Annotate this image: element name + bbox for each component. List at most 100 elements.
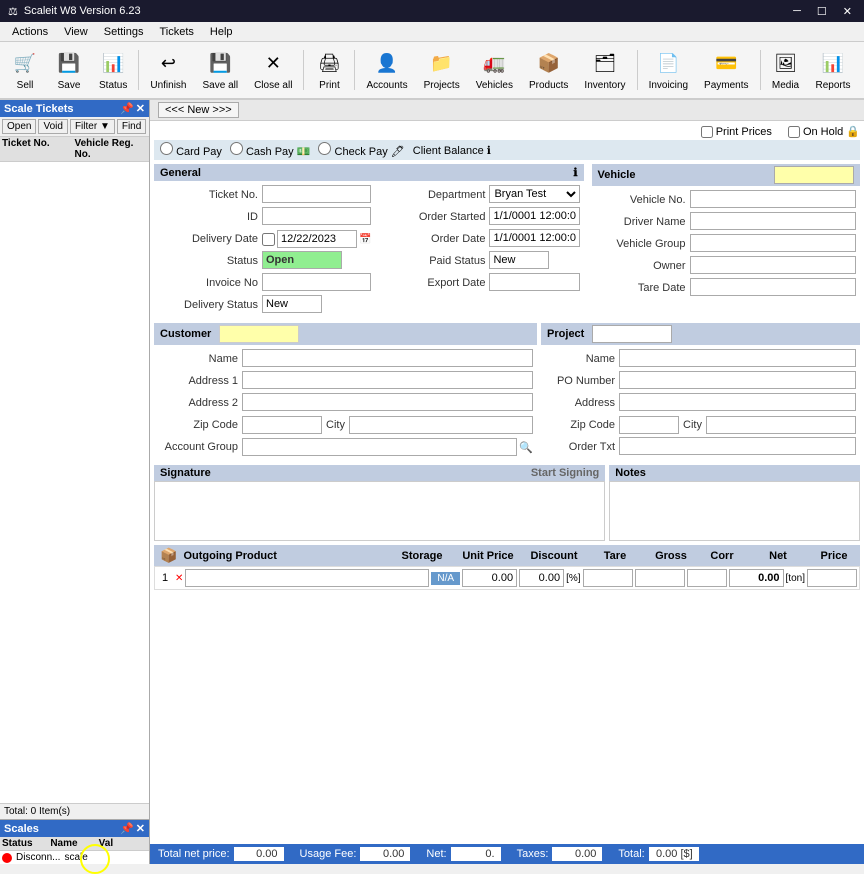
order-txt-field[interactable] bbox=[619, 437, 856, 455]
form-area: Print Prices On Hold 🔒 Card Pay Cash Pay bbox=[150, 121, 864, 844]
inventory-button[interactable]: 🗂 Inventory bbox=[577, 44, 632, 96]
sell-button[interactable]: 🛒 Sell bbox=[4, 44, 46, 96]
open-button[interactable]: Open bbox=[2, 119, 36, 134]
paid-status-field[interactable] bbox=[489, 251, 549, 269]
product-delete-icon[interactable]: ✕ bbox=[175, 573, 183, 584]
general-header: General ℹ bbox=[154, 164, 584, 181]
void-button[interactable]: Void bbox=[38, 119, 67, 134]
driver-name-field[interactable] bbox=[690, 212, 856, 230]
account-group-field[interactable] bbox=[242, 438, 517, 456]
unfinish-button[interactable]: ↩ Unfinish bbox=[143, 44, 193, 96]
proj-zip-field[interactable] bbox=[619, 416, 679, 434]
menu-settings[interactable]: Settings bbox=[96, 24, 152, 40]
customer-highlight-field[interactable] bbox=[219, 325, 299, 343]
right-panel: <<< New >>> Print Prices On Hold 🔒 bbox=[150, 100, 864, 864]
scales-close-icon[interactable]: ✕ bbox=[136, 822, 145, 835]
export-date-field[interactable] bbox=[489, 273, 579, 291]
order-started-field[interactable] bbox=[489, 207, 579, 225]
product-name-field[interactable] bbox=[185, 569, 429, 587]
order-started-label: Order Started bbox=[375, 207, 485, 227]
tare-field[interactable] bbox=[583, 569, 633, 587]
save-all-button[interactable]: 💾 Save all bbox=[196, 44, 246, 96]
menu-view[interactable]: View bbox=[56, 24, 96, 40]
products-button[interactable]: 📦 Products bbox=[522, 44, 575, 96]
check-pay-radio[interactable] bbox=[318, 142, 331, 155]
project-highlight-field[interactable] bbox=[592, 325, 672, 343]
address2-field[interactable] bbox=[242, 393, 533, 411]
payments-button[interactable]: 💳 Payments bbox=[697, 44, 755, 96]
driver-name-label: Driver Name bbox=[596, 212, 686, 232]
print-prices-checkbox[interactable]: Print Prices bbox=[701, 126, 772, 138]
owner-field[interactable] bbox=[690, 256, 856, 274]
corr-field[interactable] bbox=[687, 569, 727, 587]
projects-button[interactable]: 📁 Projects bbox=[417, 44, 467, 96]
vehicle-no-field[interactable] bbox=[690, 190, 856, 208]
delivery-date-checkbox[interactable] bbox=[262, 233, 275, 246]
status-button[interactable]: 📊 Status bbox=[92, 44, 134, 96]
card-pay-radio[interactable] bbox=[160, 142, 173, 155]
proj-name-field[interactable] bbox=[619, 349, 856, 367]
status-icon: 📊 bbox=[99, 50, 127, 78]
cust-name-field[interactable] bbox=[242, 349, 533, 367]
gross-field[interactable] bbox=[635, 569, 685, 587]
account-group-icon[interactable]: 🔍 bbox=[519, 441, 533, 454]
notes-body[interactable] bbox=[609, 481, 860, 541]
menu-help[interactable]: Help bbox=[202, 24, 241, 40]
address1-field[interactable] bbox=[242, 371, 533, 389]
vehicle-highlight-field[interactable] bbox=[774, 166, 854, 184]
new-nav-button[interactable]: <<< New >>> bbox=[158, 102, 239, 118]
find-button[interactable]: Find bbox=[117, 119, 146, 134]
ticket-no-field[interactable] bbox=[262, 185, 371, 203]
minimize-button[interactable]: ─ bbox=[789, 5, 805, 18]
delivery-status-field[interactable] bbox=[262, 295, 322, 313]
scales-pin-icon[interactable]: 📌 bbox=[120, 822, 134, 835]
panel-toolbar: Open Void Filter ▼ Find bbox=[0, 117, 149, 137]
vehicle-group-field[interactable] bbox=[690, 234, 856, 252]
price-field[interactable] bbox=[807, 569, 857, 587]
department-select[interactable]: Bryan Test bbox=[489, 185, 579, 203]
ticket-list[interactable] bbox=[0, 162, 149, 803]
id-field[interactable] bbox=[262, 207, 371, 225]
discount-field[interactable] bbox=[519, 569, 564, 587]
tare-date-field[interactable] bbox=[690, 278, 856, 296]
percent-label: [%] bbox=[566, 573, 580, 584]
filter-button[interactable]: Filter ▼ bbox=[70, 119, 115, 134]
order-date-field[interactable] bbox=[489, 229, 579, 247]
panel-pin-icon[interactable]: 📌 bbox=[120, 102, 134, 115]
title-bar: ⚖ Scaleit W8 Version 6.23 ─ ☐ ✕ bbox=[0, 0, 864, 22]
storage-col-header: Storage bbox=[392, 550, 452, 562]
net-label: Net: bbox=[426, 848, 446, 860]
on-hold-checkbox[interactable]: On Hold 🔒 bbox=[788, 125, 860, 138]
reports-button[interactable]: 📊 Reports bbox=[809, 44, 858, 96]
print-button[interactable]: 🖨 Print bbox=[308, 44, 350, 96]
accounts-button[interactable]: 👤 Accounts bbox=[359, 44, 414, 96]
status-field[interactable] bbox=[262, 251, 342, 269]
signature-body[interactable] bbox=[154, 481, 605, 541]
zip-code-field[interactable] bbox=[242, 416, 322, 434]
menu-tickets[interactable]: Tickets bbox=[151, 24, 201, 40]
close-button[interactable]: ✕ bbox=[839, 5, 856, 18]
menu-actions[interactable]: Actions bbox=[4, 24, 56, 40]
maximize-button[interactable]: ☐ bbox=[813, 5, 831, 18]
net-field[interactable] bbox=[729, 569, 784, 587]
total-bar: Total net price: 0.00 Usage Fee: 0.00 Ne… bbox=[150, 844, 864, 864]
media-button[interactable]: 🖼 Media bbox=[765, 44, 807, 96]
invoicing-button[interactable]: 📄 Invoicing bbox=[642, 44, 695, 96]
city-field[interactable] bbox=[349, 416, 533, 434]
close-all-button[interactable]: ✕ Close all bbox=[247, 44, 299, 96]
storage-badge: N/A bbox=[431, 572, 460, 585]
panel-close-icon[interactable]: ✕ bbox=[136, 102, 145, 115]
calendar-icon[interactable]: 📅 bbox=[359, 234, 371, 245]
po-number-field[interactable] bbox=[619, 371, 856, 389]
vehicles-button[interactable]: 🚛 Vehicles bbox=[469, 44, 520, 96]
start-signing-btn[interactable]: Start Signing bbox=[219, 467, 600, 479]
invoice-no-field[interactable] bbox=[262, 273, 371, 291]
proj-address-field[interactable] bbox=[619, 393, 856, 411]
save-button[interactable]: 💾 Save bbox=[48, 44, 90, 96]
cash-pay-radio[interactable] bbox=[230, 142, 243, 155]
notes-section: Notes bbox=[609, 465, 860, 541]
delivery-date-field[interactable] bbox=[277, 230, 357, 248]
unit-price-field[interactable] bbox=[462, 569, 517, 587]
proj-city-field[interactable] bbox=[706, 416, 856, 434]
customer-section: Customer Name Address 1 Address 2 Zip Co… bbox=[154, 323, 537, 461]
